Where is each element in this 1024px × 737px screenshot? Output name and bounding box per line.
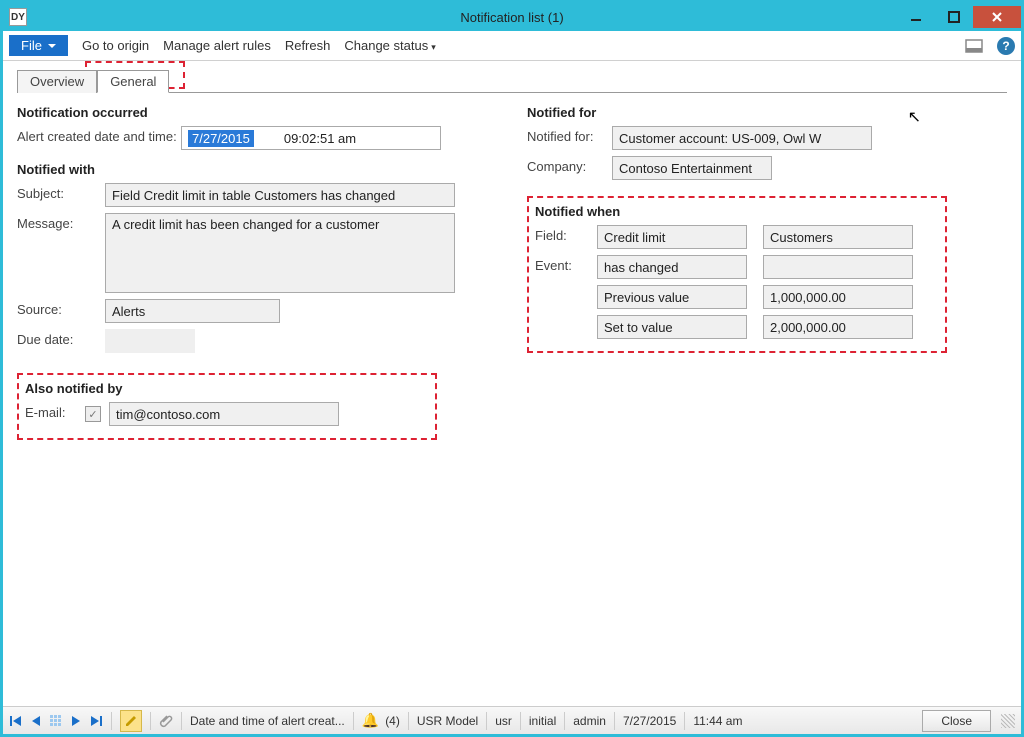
help-icon[interactable]: ?	[997, 37, 1015, 55]
section-also-notified-by: Also notified by	[25, 381, 429, 396]
section-notified-with: Notified with	[17, 162, 497, 177]
change-status-dropdown[interactable]: Change status	[344, 38, 435, 53]
attachment-icon[interactable]	[159, 714, 173, 728]
alert-date-value: 7/27/2015	[188, 130, 254, 147]
label-alert-datetime: Alert created date and time:	[17, 126, 181, 144]
toolbar: File Go to origin Manage alert rules Ref…	[3, 31, 1021, 61]
status-date: 7/27/2015	[623, 714, 676, 728]
nav-prev-icon[interactable]	[29, 714, 43, 728]
status-layer: usr	[495, 714, 512, 728]
manage-alert-rules-button[interactable]: Manage alert rules	[163, 38, 271, 53]
label-company: Company:	[527, 156, 612, 174]
label-due-date: Due date:	[17, 329, 105, 347]
status-mode: initial	[529, 714, 556, 728]
due-date-field[interactable]	[105, 329, 195, 353]
tab-overview[interactable]: Overview	[17, 70, 97, 93]
content-area: Overview General Notification occurred A…	[3, 61, 1021, 706]
alert-datetime-field[interactable]: 7/27/2015 09:02:51 am	[181, 126, 441, 150]
source-field[interactable]: Alerts	[105, 299, 280, 323]
event-extra-field[interactable]	[763, 255, 913, 279]
set-to-value-label: Set to value	[597, 315, 747, 339]
email-field[interactable]: tim@contoso.com	[109, 402, 339, 426]
label-notified-for: Notified for:	[527, 126, 612, 144]
email-checkbox[interactable]: ✓	[85, 406, 101, 422]
close-button[interactable]: Close	[922, 710, 991, 732]
previous-value-label: Previous value	[597, 285, 747, 309]
section-notified-when: Notified when	[535, 204, 939, 219]
tab-general[interactable]: General	[97, 70, 169, 93]
refresh-button[interactable]: Refresh	[285, 38, 331, 53]
label-event: Event:	[535, 255, 597, 273]
nav-last-icon[interactable]	[89, 714, 103, 728]
close-window-button[interactable]	[973, 6, 1021, 28]
file-menu[interactable]: File	[9, 35, 68, 56]
grid-icon[interactable]	[49, 714, 63, 728]
window-title: Notification list (1)	[3, 10, 1021, 25]
table-name-field[interactable]: Customers	[763, 225, 913, 249]
section-notification-occurred: Notification occurred	[17, 105, 497, 120]
label-email: E-mail:	[25, 402, 85, 420]
left-column: Notification occurred Alert created date…	[17, 105, 497, 440]
go-to-origin-button[interactable]: Go to origin	[82, 38, 149, 53]
previous-value-field[interactable]: 1,000,000.00	[763, 285, 913, 309]
highlight-notified-when: Notified when Field: Credit limit Custom…	[527, 196, 947, 353]
company-field[interactable]: Contoso Entertainment	[612, 156, 772, 180]
window-buttons	[897, 6, 1021, 28]
tabstrip: Overview General	[17, 69, 1007, 93]
highlight-also-notified: Also notified by E-mail: ✓ tim@contoso.c…	[17, 373, 437, 440]
alert-time-value: 09:02:51 am	[284, 131, 356, 146]
label-spacer-set	[535, 315, 597, 318]
alert-count: (4)	[385, 714, 400, 728]
label-field: Field:	[535, 225, 597, 243]
status-bar: Date and time of alert creat... 🔔 (4) USR…	[3, 706, 1021, 734]
status-time: 11:44 am	[693, 714, 742, 728]
label-subject: Subject:	[17, 183, 105, 201]
minimize-button[interactable]	[897, 6, 935, 28]
status-user: admin	[573, 714, 606, 728]
event-field[interactable]: has changed	[597, 255, 747, 279]
subject-field[interactable]: Field Credit limit in table Customers ha…	[105, 183, 455, 207]
section-notified-for: Notified for	[527, 105, 1007, 120]
set-to-value-field[interactable]: 2,000,000.00	[763, 315, 913, 339]
nav-next-icon[interactable]	[69, 714, 83, 728]
message-field[interactable]: A credit limit has been changed for a cu…	[105, 213, 455, 293]
right-column: Notified for Notified for: Customer acco…	[527, 105, 1007, 440]
label-spacer-prev	[535, 285, 597, 288]
application-window: DY Notification list (1) File Go to orig…	[0, 0, 1024, 737]
label-message: Message:	[17, 213, 105, 231]
nav-first-icon[interactable]	[9, 714, 23, 728]
label-source: Source:	[17, 299, 105, 317]
field-name-field[interactable]: Credit limit	[597, 225, 747, 249]
general-pane: Notification occurred Alert created date…	[17, 93, 1007, 440]
bell-icon[interactable]: 🔔	[362, 712, 379, 729]
resize-grip[interactable]	[1001, 714, 1015, 728]
status-model: USR Model	[417, 714, 478, 728]
notified-for-field[interactable]: Customer account: US-009, Owl W	[612, 126, 872, 150]
status-filter-text[interactable]: Date and time of alert creat...	[190, 714, 345, 728]
edit-icon[interactable]	[120, 710, 142, 732]
view-icon[interactable]	[965, 37, 983, 55]
title-bar: DY Notification list (1)	[3, 3, 1021, 31]
maximize-button[interactable]	[935, 6, 973, 28]
app-icon: DY	[9, 8, 27, 26]
